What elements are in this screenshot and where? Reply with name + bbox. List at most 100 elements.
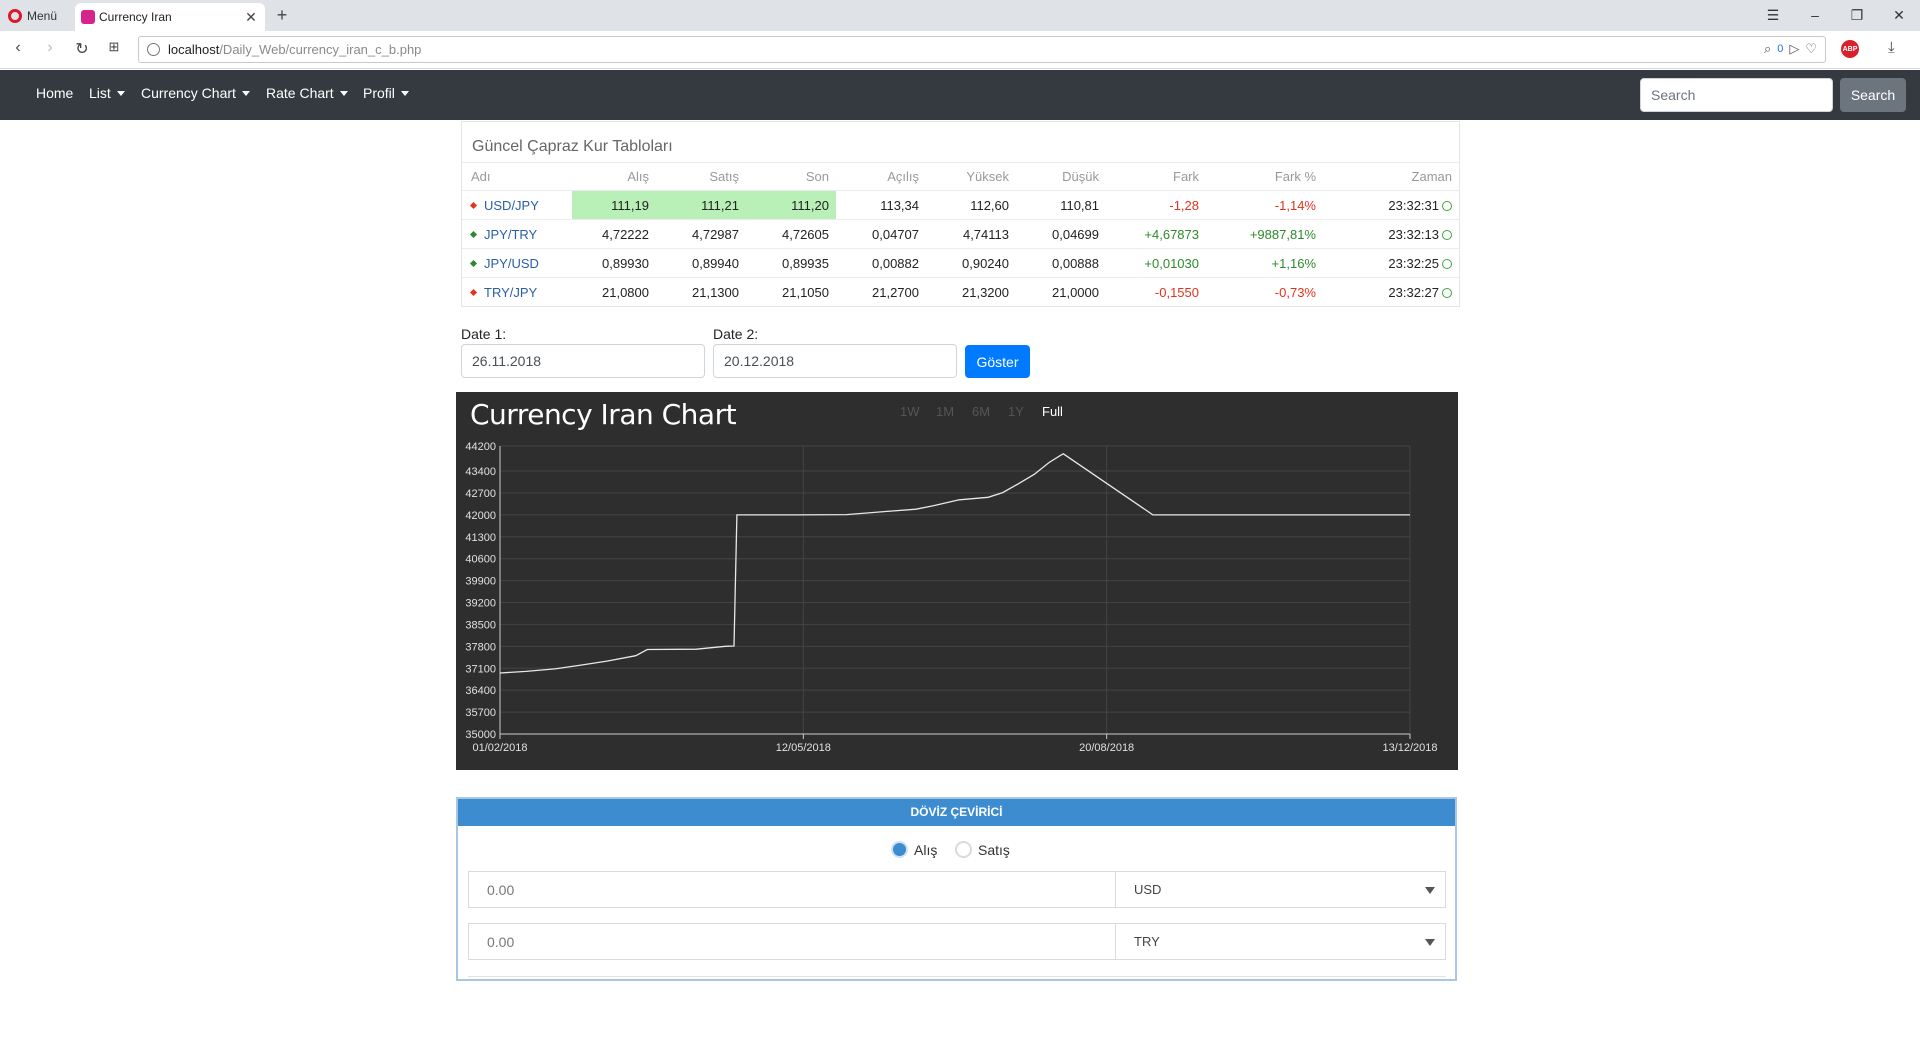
- caret-down-icon: [116, 91, 125, 96]
- back-icon[interactable]: ‹: [8, 39, 28, 57]
- rate-table-panel: Güncel Çapraz Kur Tabloları Adı Alış Sat…: [461, 121, 1460, 307]
- rate-table-header: Adı Alış Satış Son Açılış Yüksek Düşük F…: [462, 162, 1459, 191]
- currency-select-to-value: TRY: [1134, 934, 1160, 949]
- pair-name-link[interactable]: JPY/TRY: [484, 227, 537, 242]
- url-field[interactable]: localhost/Daily_Web/currency_iran_c_b.ph…: [138, 36, 1826, 63]
- cell-value: 4,74113: [962, 226, 1009, 242]
- nav-currency-chart-dropdown[interactable]: Currency Chart: [141, 85, 250, 101]
- cell-son: 111,20: [746, 190, 836, 220]
- range-button-1y[interactable]: 1Y: [1008, 404, 1024, 419]
- y-tick-label: 36400: [465, 685, 496, 697]
- radio-alis-label: Alış: [914, 841, 938, 858]
- forward-icon[interactable]: ›: [40, 39, 60, 57]
- bookmark-heart-icon[interactable]: ♡: [1805, 41, 1817, 57]
- pair-name-link[interactable]: USD/JPY: [484, 198, 539, 213]
- pair-cell[interactable]: TRY/JPY: [462, 277, 572, 307]
- col-header-fark-pct: Fark %: [1206, 162, 1323, 191]
- cell-fark: -0,1550: [1106, 277, 1206, 307]
- cell-value: 21,1050: [782, 284, 829, 300]
- cell-son: 21,1050: [746, 277, 836, 307]
- opera-menu-button[interactable]: Menü: [8, 6, 57, 26]
- cell-value: 110,81: [1060, 197, 1099, 213]
- range-button-1m[interactable]: 1M: [936, 404, 954, 419]
- cell-value: 0,00888: [1052, 255, 1099, 271]
- cell-yuksek: 112,60: [926, 190, 1016, 220]
- adblock-icon[interactable]: ABP: [1841, 40, 1859, 58]
- cell-value: 23:32:25: [1388, 255, 1439, 271]
- radio-selected-icon: [891, 841, 908, 858]
- speed-dial-icon[interactable]: ⊞: [104, 39, 124, 55]
- range-button-full[interactable]: Full: [1042, 404, 1063, 419]
- cell-fark-pct: -1,14%: [1206, 190, 1323, 220]
- currency-select-from[interactable]: USD: [1116, 872, 1445, 907]
- new-tab-icon[interactable]: +: [272, 5, 292, 26]
- download-icon[interactable]: ⤓: [1888, 39, 1895, 56]
- cell-son: 4,72605: [746, 219, 836, 249]
- tab-close-icon[interactable]: ✕: [243, 9, 259, 26]
- minimize-icon[interactable]: –: [1794, 2, 1836, 28]
- reload-icon[interactable]: ↻: [72, 39, 92, 59]
- table-row[interactable]: TRY/JPY 21,0800 21,1300 21,1050 21,2700 21,32…: [462, 277, 1459, 307]
- table-row[interactable]: JPY/USD 0,89930 0,89940 0,89935 0,00882 0,902…: [462, 248, 1459, 278]
- pair-name-link[interactable]: JPY/USD: [484, 256, 539, 271]
- address-bar: ‹ › ↻ ⊞ localhost/Daily_Web/currency_ira…: [0, 31, 1920, 69]
- col-header-fark: Fark: [1106, 162, 1206, 191]
- nav-rate-chart-dropdown[interactable]: Rate Chart: [266, 85, 348, 101]
- date2-input[interactable]: [713, 344, 957, 378]
- cell-value: 0,90240: [962, 255, 1009, 271]
- cell-value: 0,04707: [872, 226, 919, 242]
- pair-name-link[interactable]: TRY/JPY: [484, 285, 537, 300]
- clock-icon: [1442, 229, 1452, 240]
- cell-yuksek: 21,3200: [926, 277, 1016, 307]
- date1-input[interactable]: [461, 344, 705, 378]
- table-row[interactable]: USD/JPY 111,19 111,21 111,20 113,34 112,60 110…: [462, 190, 1459, 220]
- x-tick-label: 01/02/2018: [472, 742, 527, 754]
- range-button-6m[interactable]: 6M: [972, 404, 990, 419]
- down-arrow-icon: [469, 201, 478, 209]
- navbar-search-button[interactable]: Search: [1840, 78, 1906, 112]
- col-header-satis: Satış: [656, 162, 746, 191]
- date1-label: Date 1:: [461, 326, 507, 342]
- cell-value: 112,60: [970, 197, 1009, 213]
- nav-home[interactable]: Home: [36, 85, 73, 101]
- cell-value: -0,1550: [1154, 284, 1199, 300]
- tracker-count-badge[interactable]: 0: [1777, 43, 1783, 55]
- browser-tab[interactable]: Currency Iran ✕: [75, 3, 265, 31]
- y-tick-label: 44200: [465, 441, 496, 453]
- goster-button[interactable]: Göster: [965, 345, 1030, 378]
- x-tick-label: 20/08/2018: [1079, 742, 1134, 754]
- cell-fark: -1,28: [1106, 190, 1206, 220]
- restore-icon[interactable]: ❐: [1836, 2, 1878, 28]
- amount-input-from[interactable]: 0.00: [469, 872, 1116, 907]
- cell-value: 0,89935: [782, 255, 829, 271]
- cell-alis: 21,0800: [572, 277, 656, 307]
- snapshot-icon[interactable]: ▷: [1789, 41, 1799, 57]
- navbar-search-input[interactable]: [1640, 78, 1833, 112]
- nav-profil-dropdown[interactable]: Profil: [363, 85, 409, 101]
- range-button-1w[interactable]: 1W: [900, 404, 920, 419]
- tab-menu-icon[interactable]: ☰: [1752, 2, 1794, 28]
- opera-menu-label: Menü: [27, 9, 58, 23]
- cell-dusuk: 0,04699: [1016, 219, 1106, 249]
- rate-table-title: Güncel Çapraz Kur Tabloları: [472, 138, 673, 155]
- find-icon[interactable]: ⌕: [1764, 41, 1771, 57]
- cell-zaman: 23:32:27: [1323, 277, 1459, 307]
- nav-rate-chart-label: Rate Chart: [266, 85, 334, 101]
- y-tick-label: 35000: [465, 729, 496, 741]
- table-row[interactable]: JPY/TRY 4,72222 4,72987 4,72605 0,04707 4,741…: [462, 219, 1459, 249]
- nav-profil-label: Profil: [363, 85, 395, 101]
- radio-alis[interactable]: Alış: [891, 841, 937, 858]
- cell-value: 23:32:31: [1388, 197, 1439, 213]
- currency-select-to[interactable]: TRY: [1116, 924, 1445, 959]
- close-window-icon[interactable]: ✕: [1878, 2, 1920, 28]
- pair-cell[interactable]: USD/JPY: [462, 190, 572, 220]
- nav-list-dropdown[interactable]: List: [89, 85, 125, 101]
- cell-dusuk: 21,0000: [1016, 277, 1106, 307]
- pair-cell[interactable]: JPY/TRY: [462, 219, 572, 249]
- cell-value: 4,72987: [692, 226, 739, 242]
- radio-satis[interactable]: Satış: [955, 841, 1010, 858]
- pair-cell[interactable]: JPY/USD: [462, 248, 572, 278]
- amount-input-to[interactable]: 0.00: [469, 924, 1116, 959]
- col-header-dusuk: Düşük: [1016, 162, 1106, 191]
- dropdown-arrow-icon: [1425, 887, 1435, 894]
